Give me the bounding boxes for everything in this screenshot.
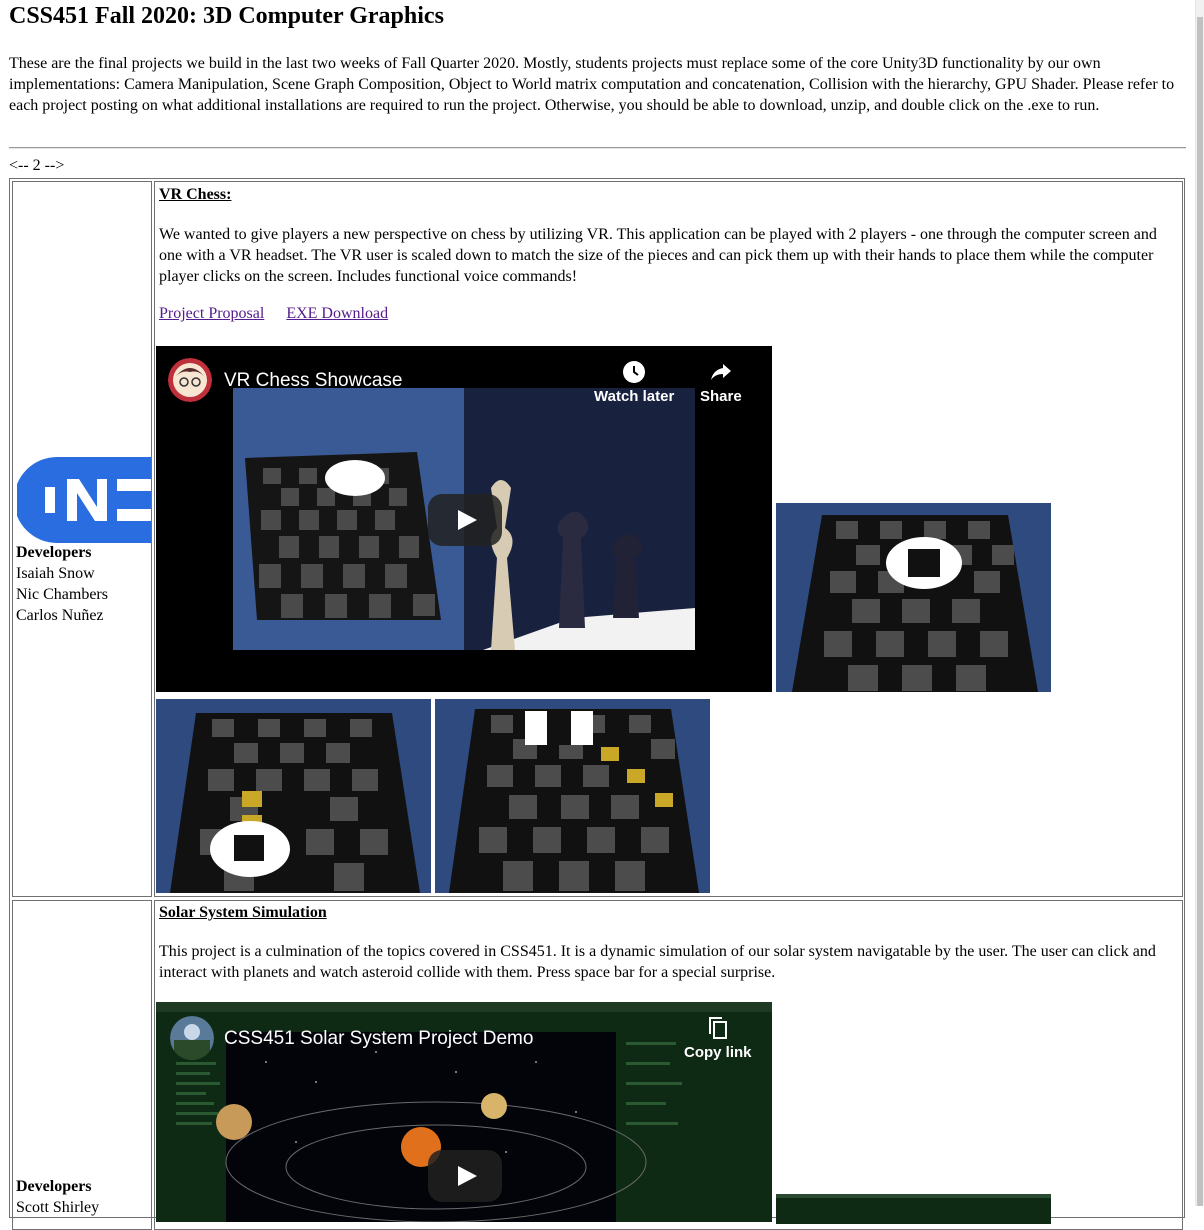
play-icon[interactable] bbox=[428, 494, 502, 546]
channel-avatar[interactable] bbox=[170, 1016, 214, 1060]
copy-icon bbox=[708, 1017, 727, 1039]
team-logo-icon bbox=[17, 457, 151, 543]
exe-download-link[interactable]: EXE Download bbox=[286, 305, 388, 322]
developers-list: Developers Scott Shirley bbox=[16, 1176, 99, 1218]
share-button[interactable]: Share bbox=[700, 360, 742, 405]
clock-icon bbox=[623, 361, 646, 383]
pager: <-- 2 --> bbox=[9, 157, 65, 174]
developer-name: Scott Shirley bbox=[16, 1199, 100, 1216]
developer-name: Nic Chambers bbox=[16, 586, 108, 603]
project-description: This project is a culmination of the top… bbox=[159, 943, 1156, 981]
developers-cell: Developers Scott Shirley bbox=[12, 900, 152, 1230]
projects-table: Developers Isaiah Snow Nic Chambers Carl… bbox=[9, 178, 1185, 1230]
project-title: VR Chess: bbox=[159, 186, 232, 203]
developers-heading: Developers bbox=[16, 544, 92, 561]
play-icon[interactable] bbox=[428, 1150, 502, 1202]
page-title: CSS451 Fall 2020: 3D Computer Graphics bbox=[9, 3, 444, 29]
watch-later-button[interactable]: Watch later bbox=[594, 360, 674, 405]
page-intro: These are the final projects we build in… bbox=[9, 55, 1175, 114]
copy-link-button[interactable]: Copy link bbox=[684, 1016, 752, 1061]
developer-name: Carlos Nuñez bbox=[16, 607, 104, 624]
project-cell: Solar System Simulation This project is … bbox=[154, 900, 1183, 1230]
project-cell: VR Chess: We wanted to give players a ne… bbox=[154, 181, 1183, 897]
share-label: Share bbox=[700, 388, 742, 405]
video-title[interactable]: VR Chess Showcase bbox=[224, 370, 402, 392]
chess-screenshot bbox=[776, 503, 1051, 692]
developers-heading: Developers bbox=[16, 1178, 92, 1195]
developers-cell: Developers Isaiah Snow Nic Chambers Carl… bbox=[12, 181, 152, 897]
chess-screenshot bbox=[156, 699, 431, 893]
video-title[interactable]: CSS451 Solar System Project Demo bbox=[224, 1028, 533, 1050]
developer-name: Isaiah Snow bbox=[16, 565, 95, 582]
project-links: Project Proposal EXE Download bbox=[159, 305, 410, 323]
scrollbar[interactable] bbox=[1195, 0, 1204, 1206]
video-embed[interactable]: VR Chess Showcase Watch later Share bbox=[156, 346, 772, 692]
channel-avatar[interactable] bbox=[168, 358, 212, 402]
divider bbox=[9, 147, 1186, 149]
scrollbar-thumb[interactable] bbox=[1197, 17, 1203, 1206]
copy-link-label: Copy link bbox=[684, 1044, 752, 1061]
project-proposal-link[interactable]: Project Proposal bbox=[159, 305, 264, 322]
project-title: Solar System Simulation bbox=[159, 904, 327, 921]
share-arrow-icon bbox=[710, 364, 731, 380]
watch-later-label: Watch later bbox=[594, 388, 675, 405]
video-embed[interactable]: CSS451 Solar System Project Demo Copy li… bbox=[156, 1002, 772, 1222]
developers-list: Developers Isaiah Snow Nic Chambers Carl… bbox=[16, 542, 108, 626]
project-description: We wanted to give players a new perspect… bbox=[159, 226, 1157, 285]
chess-screenshot bbox=[435, 699, 710, 893]
solar-screenshot bbox=[776, 1194, 1051, 1224]
